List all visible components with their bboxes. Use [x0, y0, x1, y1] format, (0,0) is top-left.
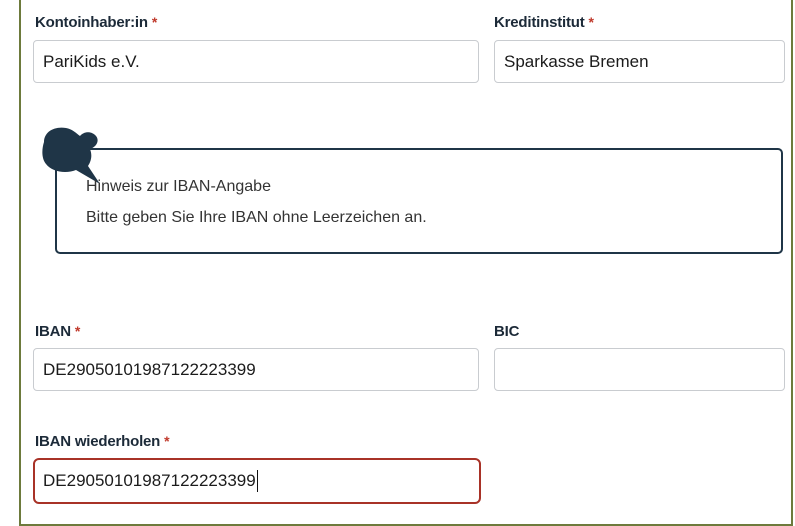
iban-repeat-input[interactable]: DE29050101987122223399 — [33, 458, 481, 504]
hint-text: Bitte geben Sie Ihre IBAN ohne Leerzeich… — [86, 209, 427, 226]
required-marker: * — [151, 14, 158, 30]
text-cursor — [256, 470, 258, 492]
account-holder-value: PariKids e.V. — [43, 51, 140, 71]
hint-title: Hinweis zur IBAN-Angabe — [86, 178, 271, 195]
iban-repeat-value: DE29050101987122223399 — [43, 471, 256, 490]
iban-repeat-label: IBAN wiederholen * — [35, 433, 170, 450]
bank-label: Kreditinstitut * — [494, 14, 594, 31]
bic-label: BIC — [494, 323, 520, 340]
required-marker: * — [74, 323, 81, 339]
iban-input[interactable]: DE29050101987122223399 — [33, 348, 479, 391]
bank-value: Sparkasse Bremen — [504, 51, 649, 71]
account-holder-input[interactable]: PariKids e.V. — [33, 40, 479, 83]
bank-input[interactable]: Sparkasse Bremen — [494, 40, 785, 83]
required-marker: * — [164, 433, 170, 449]
bic-input[interactable] — [494, 348, 785, 391]
iban-label: IBAN * — [35, 323, 81, 340]
account-holder-label: Kontoinhaber:in * — [35, 14, 158, 31]
required-marker: * — [588, 14, 594, 30]
iban-hint-box — [55, 148, 783, 254]
iban-value: DE29050101987122223399 — [43, 359, 256, 379]
